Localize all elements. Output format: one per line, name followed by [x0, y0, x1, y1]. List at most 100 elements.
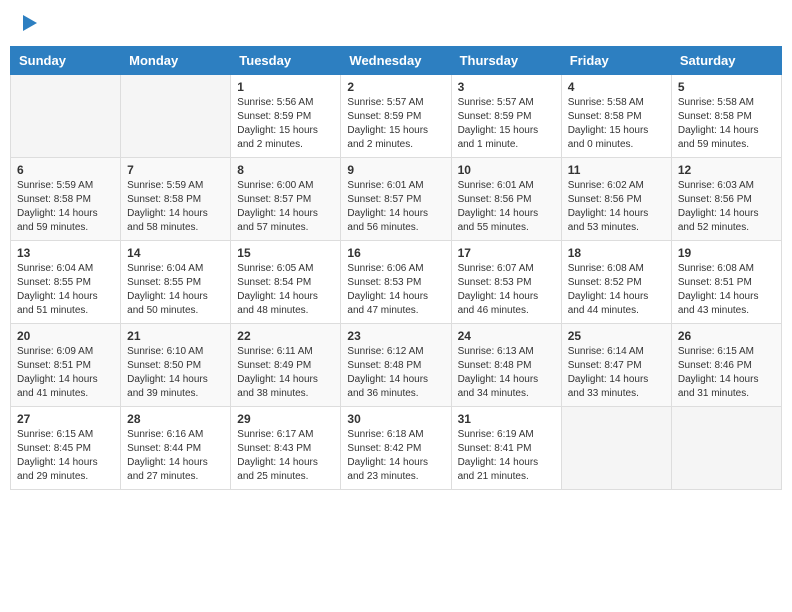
day-info: Sunrise: 6:00 AM Sunset: 8:57 PM Dayligh… — [237, 179, 334, 235]
calendar-cell: 18 Sunrise: 6:08 AM Sunset: 8:52 PM Dayli… — [561, 241, 671, 324]
calendar-cell: 5 Sunrise: 5:58 AM Sunset: 8:58 PM Daylig… — [671, 75, 781, 158]
calendar-cell — [561, 407, 671, 490]
day-number: 12 — [678, 163, 775, 177]
day-number: 21 — [127, 329, 224, 343]
calendar-cell — [671, 407, 781, 490]
day-number: 25 — [568, 329, 665, 343]
day-info: Sunrise: 6:14 AM Sunset: 8:47 PM Dayligh… — [568, 345, 665, 401]
day-info: Sunrise: 6:08 AM Sunset: 8:51 PM Dayligh… — [678, 262, 775, 318]
day-number: 27 — [17, 412, 114, 426]
calendar-cell: 2 Sunrise: 5:57 AM Sunset: 8:59 PM Daylig… — [341, 75, 451, 158]
calendar-cell: 31 Sunrise: 6:19 AM Sunset: 8:41 PM Dayli… — [451, 407, 561, 490]
day-header-saturday: Saturday — [671, 47, 781, 75]
day-number: 29 — [237, 412, 334, 426]
calendar-header-row: SundayMondayTuesdayWednesdayThursdayFrid… — [11, 47, 782, 75]
calendar-cell: 25 Sunrise: 6:14 AM Sunset: 8:47 PM Dayli… — [561, 324, 671, 407]
calendar-cell: 16 Sunrise: 6:06 AM Sunset: 8:53 PM Dayli… — [341, 241, 451, 324]
day-info: Sunrise: 6:10 AM Sunset: 8:50 PM Dayligh… — [127, 345, 224, 401]
day-info: Sunrise: 5:59 AM Sunset: 8:58 PM Dayligh… — [127, 179, 224, 235]
day-number: 26 — [678, 329, 775, 343]
day-info: Sunrise: 6:19 AM Sunset: 8:41 PM Dayligh… — [458, 428, 555, 484]
day-info: Sunrise: 5:57 AM Sunset: 8:59 PM Dayligh… — [347, 96, 444, 152]
day-number: 2 — [347, 80, 444, 94]
day-header-sunday: Sunday — [11, 47, 121, 75]
day-header-tuesday: Tuesday — [231, 47, 341, 75]
day-number: 31 — [458, 412, 555, 426]
calendar-cell — [11, 75, 121, 158]
day-number: 17 — [458, 246, 555, 260]
day-info: Sunrise: 6:11 AM Sunset: 8:49 PM Dayligh… — [237, 345, 334, 401]
day-number: 19 — [678, 246, 775, 260]
day-number: 14 — [127, 246, 224, 260]
day-info: Sunrise: 6:15 AM Sunset: 8:46 PM Dayligh… — [678, 345, 775, 401]
day-number: 1 — [237, 80, 334, 94]
logo-icon — [23, 15, 37, 31]
day-number: 5 — [678, 80, 775, 94]
day-header-thursday: Thursday — [451, 47, 561, 75]
day-info: Sunrise: 5:57 AM Sunset: 8:59 PM Dayligh… — [458, 96, 555, 152]
calendar-cell: 26 Sunrise: 6:15 AM Sunset: 8:46 PM Dayli… — [671, 324, 781, 407]
calendar-cell: 15Sunrise: 6:05 AM Sunset: 8:54 PM Dayli… — [231, 241, 341, 324]
calendar-cell: 10 Sunrise: 6:01 AM Sunset: 8:56 PM Dayli… — [451, 158, 561, 241]
day-number: 11 — [568, 163, 665, 177]
day-number: 9 — [347, 163, 444, 177]
calendar-cell: 11Sunrise: 6:02 AM Sunset: 8:56 PM Dayli… — [561, 158, 671, 241]
calendar-table: SundayMondayTuesdayWednesdayThursdayFrid… — [10, 46, 782, 490]
day-number: 20 — [17, 329, 114, 343]
calendar-cell: 22 Sunrise: 6:11 AM Sunset: 8:49 PM Dayli… — [231, 324, 341, 407]
day-info: Sunrise: 6:13 AM Sunset: 8:48 PM Dayligh… — [458, 345, 555, 401]
day-header-monday: Monday — [121, 47, 231, 75]
calendar-cell: 19 Sunrise: 6:08 AM Sunset: 8:51 PM Dayli… — [671, 241, 781, 324]
day-info: Sunrise: 5:56 AM Sunset: 8:59 PM Dayligh… — [237, 96, 334, 152]
day-info: Sunrise: 6:17 AM Sunset: 8:43 PM Dayligh… — [237, 428, 334, 484]
day-info: Sunrise: 6:01 AM Sunset: 8:56 PM Dayligh… — [458, 179, 555, 235]
calendar-cell: 21 Sunrise: 6:10 AM Sunset: 8:50 PM Dayli… — [121, 324, 231, 407]
day-number: 30 — [347, 412, 444, 426]
calendar-cell: 1 Sunrise: 5:56 AM Sunset: 8:59 PM Daylig… — [231, 75, 341, 158]
calendar-cell: 3 Sunrise: 5:57 AM Sunset: 8:59 PM Daylig… — [451, 75, 561, 158]
calendar-cell: 7 Sunrise: 5:59 AM Sunset: 8:58 PM Daylig… — [121, 158, 231, 241]
calendar-cell: 9Sunrise: 6:01 AM Sunset: 8:57 PM Daylig… — [341, 158, 451, 241]
day-number: 23 — [347, 329, 444, 343]
calendar-cell: 20 Sunrise: 6:09 AM Sunset: 8:51 PM Dayli… — [11, 324, 121, 407]
page-header — [10, 10, 782, 36]
day-info: Sunrise: 6:12 AM Sunset: 8:48 PM Dayligh… — [347, 345, 444, 401]
calendar-week-5: 27 Sunrise: 6:15 AM Sunset: 8:45 PM Dayli… — [11, 407, 782, 490]
day-number: 18 — [568, 246, 665, 260]
day-info: Sunrise: 6:07 AM Sunset: 8:53 PM Dayligh… — [458, 262, 555, 318]
day-info: Sunrise: 6:03 AM Sunset: 8:56 PM Dayligh… — [678, 179, 775, 235]
day-info: Sunrise: 5:58 AM Sunset: 8:58 PM Dayligh… — [678, 96, 775, 152]
calendar-week-2: 6Sunrise: 5:59 AM Sunset: 8:58 PM Daylig… — [11, 158, 782, 241]
day-number: 8 — [237, 163, 334, 177]
day-info: Sunrise: 6:08 AM Sunset: 8:52 PM Dayligh… — [568, 262, 665, 318]
day-number: 3 — [458, 80, 555, 94]
calendar-cell: 23 Sunrise: 6:12 AM Sunset: 8:48 PM Dayli… — [341, 324, 451, 407]
calendar-cell: 13 Sunrise: 6:04 AM Sunset: 8:55 PM Dayli… — [11, 241, 121, 324]
calendar-cell: 24 Sunrise: 6:13 AM Sunset: 8:48 PM Dayli… — [451, 324, 561, 407]
day-info: Sunrise: 6:04 AM Sunset: 8:55 PM Dayligh… — [17, 262, 114, 318]
day-number: 22 — [237, 329, 334, 343]
calendar-cell: 28 Sunrise: 6:16 AM Sunset: 8:44 PM Dayli… — [121, 407, 231, 490]
day-number: 16 — [347, 246, 444, 260]
day-info: Sunrise: 5:58 AM Sunset: 8:58 PM Dayligh… — [568, 96, 665, 152]
calendar-week-3: 13 Sunrise: 6:04 AM Sunset: 8:55 PM Dayli… — [11, 241, 782, 324]
day-number: 10 — [458, 163, 555, 177]
day-info: Sunrise: 6:09 AM Sunset: 8:51 PM Dayligh… — [17, 345, 114, 401]
logo — [20, 15, 37, 31]
day-info: Sunrise: 5:59 AM Sunset: 8:58 PM Dayligh… — [17, 179, 114, 235]
calendar-cell: 30Sunrise: 6:18 AM Sunset: 8:42 PM Dayli… — [341, 407, 451, 490]
day-number: 24 — [458, 329, 555, 343]
day-number: 28 — [127, 412, 224, 426]
day-info: Sunrise: 6:16 AM Sunset: 8:44 PM Dayligh… — [127, 428, 224, 484]
calendar-cell: 27 Sunrise: 6:15 AM Sunset: 8:45 PM Dayli… — [11, 407, 121, 490]
calendar-week-1: 1 Sunrise: 5:56 AM Sunset: 8:59 PM Daylig… — [11, 75, 782, 158]
day-info: Sunrise: 6:06 AM Sunset: 8:53 PM Dayligh… — [347, 262, 444, 318]
day-number: 4 — [568, 80, 665, 94]
day-info: Sunrise: 6:15 AM Sunset: 8:45 PM Dayligh… — [17, 428, 114, 484]
day-info: Sunrise: 6:04 AM Sunset: 8:55 PM Dayligh… — [127, 262, 224, 318]
day-number: 7 — [127, 163, 224, 177]
day-number: 13 — [17, 246, 114, 260]
day-header-wednesday: Wednesday — [341, 47, 451, 75]
calendar-cell: 6Sunrise: 5:59 AM Sunset: 8:58 PM Daylig… — [11, 158, 121, 241]
calendar-cell: 12 Sunrise: 6:03 AM Sunset: 8:56 PM Dayli… — [671, 158, 781, 241]
